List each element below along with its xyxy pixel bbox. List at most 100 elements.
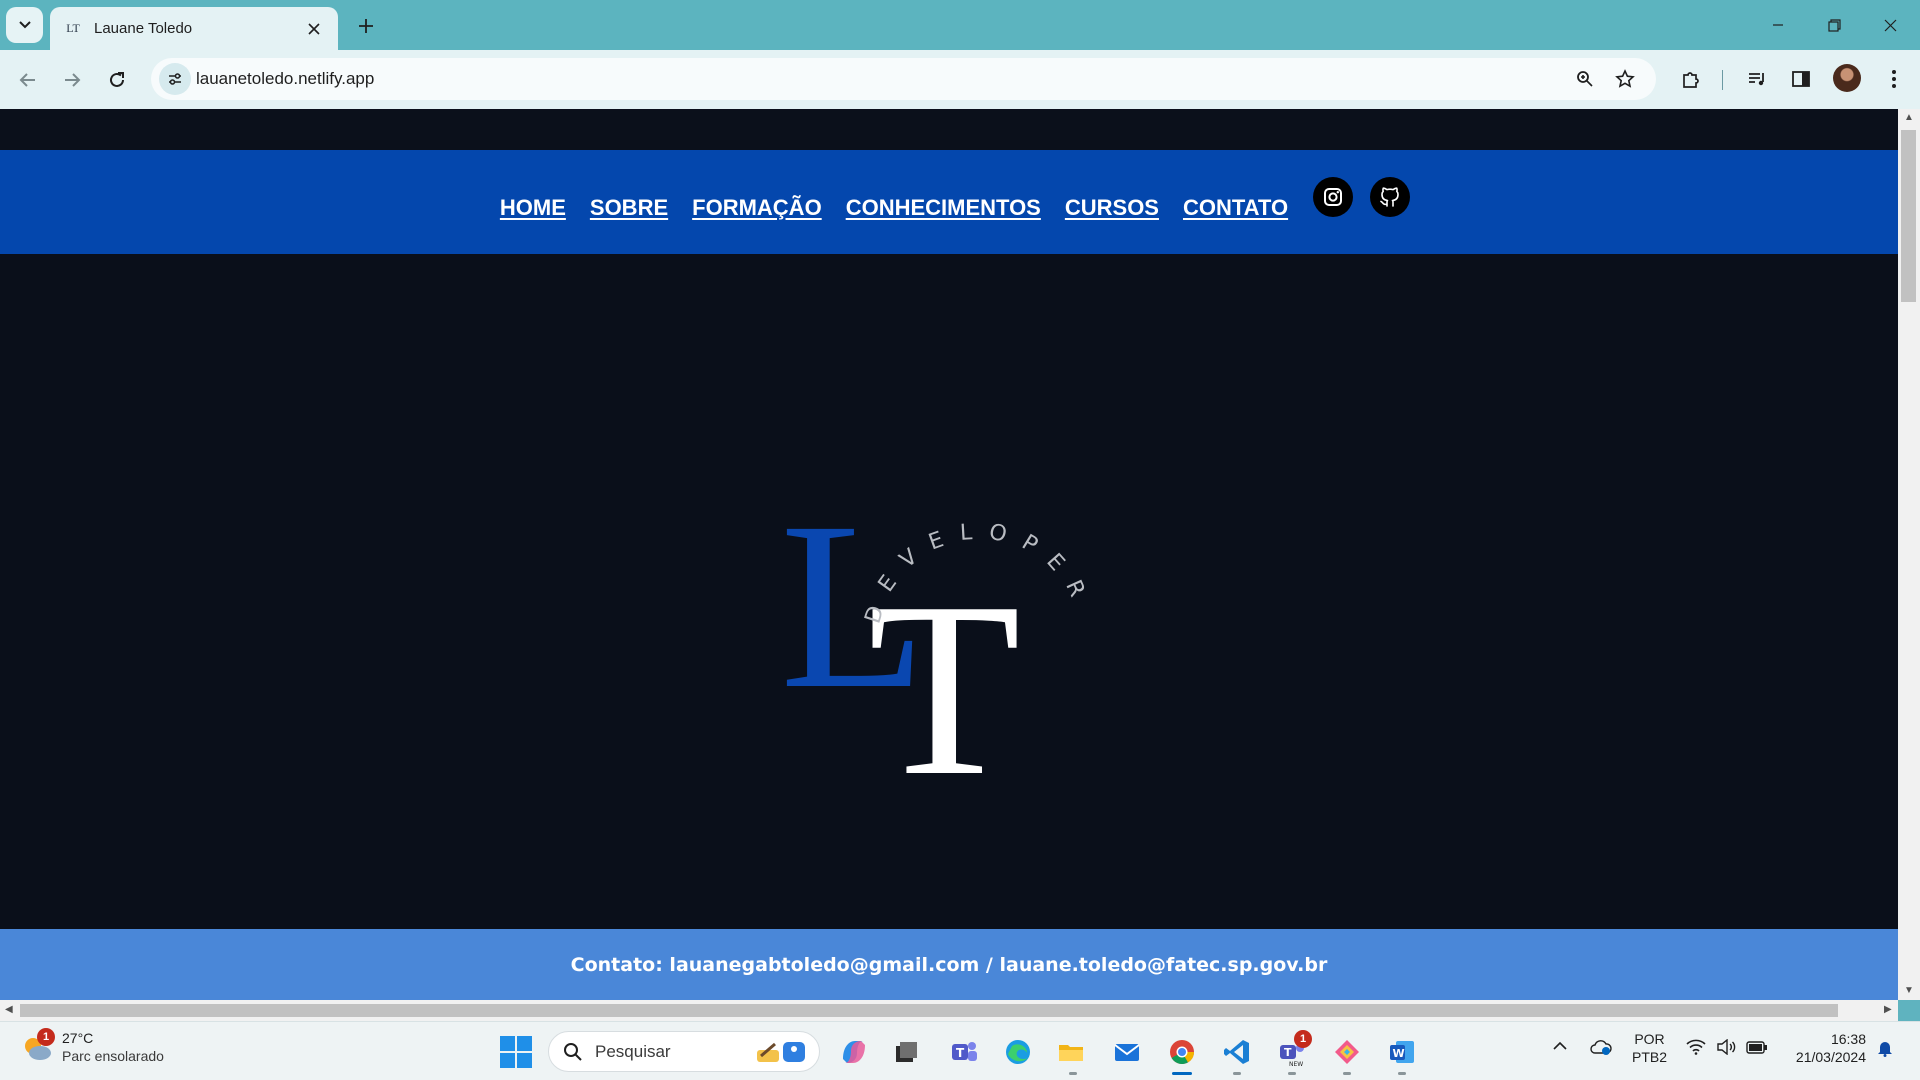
url-text[interactable]: lauanetoledo.netlify.app — [196, 69, 374, 89]
taskbar-teams[interactable]: T — [946, 1034, 982, 1070]
vscode-icon — [1224, 1040, 1249, 1064]
more-vert-icon — [1892, 70, 1896, 88]
scroll-up-arrow-icon[interactable]: ▲ — [1904, 112, 1914, 123]
minimize-icon — [1773, 24, 1783, 26]
taskbar-word[interactable]: W — [1384, 1034, 1420, 1070]
taskbar-mail[interactable] — [1109, 1034, 1145, 1070]
close-window-button[interactable] — [1862, 0, 1918, 50]
battery-tray-icon[interactable] — [1746, 1039, 1768, 1059]
taskbar-task-view[interactable] — [888, 1034, 924, 1070]
arc-developer-text: DEVELOPER — [861, 519, 1080, 626]
wifi-icon — [1686, 1039, 1706, 1055]
search-highlight-icon — [757, 1042, 805, 1062]
bell-icon — [1878, 1042, 1892, 1057]
reload-button[interactable] — [99, 62, 135, 98]
menu-button[interactable] — [1879, 64, 1909, 94]
language-indicator[interactable]: POR PTB2 — [1632, 1030, 1667, 1066]
site-info-button[interactable] — [159, 63, 191, 95]
scroll-left-arrow-icon[interactable]: ◀ — [5, 1004, 13, 1015]
teams-notification-badge: 1 — [1294, 1030, 1312, 1048]
weather-badge: 1 — [37, 1027, 55, 1046]
github-icon — [1380, 187, 1399, 207]
taskbar-copilot[interactable] — [836, 1034, 872, 1070]
scroll-right-arrow-icon[interactable]: ▶ — [1884, 1004, 1892, 1015]
windows-logo-icon — [500, 1036, 515, 1051]
back-button[interactable] — [10, 62, 46, 98]
bookmark-button[interactable] — [1612, 66, 1638, 92]
tab-favicon-icon: LT — [66, 21, 80, 35]
taskbar-vscode[interactable] — [1219, 1034, 1255, 1070]
taskbar-edge[interactable] — [1000, 1034, 1036, 1070]
close-tab-icon[interactable] — [304, 19, 324, 39]
taskbar-search-placeholder: Pesquisar — [595, 1041, 671, 1061]
horizontal-scroll-thumb[interactable] — [20, 1004, 1838, 1017]
clock-date: 21/03/2024 — [1795, 1049, 1866, 1066]
taskbar-teams-new[interactable]: T NEW 1 — [1274, 1030, 1312, 1070]
zoom-button[interactable] — [1572, 66, 1598, 92]
profile-avatar[interactable] — [1833, 64, 1861, 92]
footer-contact-text[interactable]: Contato: lauanegabtoledo@gmail.com / lau… — [571, 954, 1328, 976]
nav-links: HOME SOBRE FORMAÇÃO CONHECIMENTOS CURSOS… — [488, 177, 1411, 221]
minimize-button[interactable] — [1750, 0, 1806, 50]
nav-link-conhecimentos[interactable]: CONHECIMENTOS — [846, 195, 1041, 221]
show-hidden-icons-button[interactable] — [1552, 1038, 1568, 1058]
start-button[interactable] — [500, 1036, 532, 1068]
tab-title: Lauane Toledo — [94, 20, 193, 37]
address-bar[interactable]: lauanetoledo.netlify.app — [151, 58, 1656, 100]
new-tab-button[interactable] — [352, 12, 380, 40]
volume-icon — [1717, 1038, 1736, 1056]
diamond-app-icon — [1335, 1040, 1359, 1064]
edge-icon — [1006, 1040, 1030, 1064]
lt-developer-logo: L T DEVELOPER — [780, 485, 1100, 815]
browser-toolbar: lauanetoledo.netlify.app — [0, 50, 1920, 109]
folder-icon — [1059, 1045, 1083, 1061]
taskbar-file-explorer[interactable] — [1053, 1034, 1089, 1070]
restore-button[interactable] — [1806, 0, 1862, 50]
windows-logo-icon — [517, 1036, 532, 1051]
clock[interactable]: 16:38 21/03/2024 — [1786, 1030, 1866, 1066]
instagram-link[interactable] — [1313, 177, 1354, 217]
running-indicator — [1069, 1072, 1077, 1075]
side-panel-icon — [1792, 71, 1810, 87]
queue-music-icon — [1749, 73, 1764, 86]
extensions-button[interactable] — [1676, 64, 1706, 94]
running-indicator — [1233, 1072, 1241, 1075]
nav-link-contato[interactable]: CONTATO — [1183, 195, 1288, 221]
taskbar-search[interactable]: Pesquisar — [548, 1031, 820, 1072]
arrow-left-icon — [19, 73, 35, 87]
zoom-icon — [1577, 71, 1593, 87]
cloud-icon — [1590, 1040, 1612, 1055]
svg-text:NEW: NEW — [1289, 1061, 1303, 1067]
forward-button[interactable] — [54, 62, 90, 98]
nav-link-home[interactable]: HOME — [500, 195, 566, 221]
tab-search-button[interactable] — [6, 7, 43, 43]
site-navbar: HOME SOBRE FORMAÇÃO CONHECIMENTOS CURSOS… — [0, 150, 1898, 254]
browser-tab-active[interactable]: LT Lauane Toledo — [50, 7, 338, 50]
taskbar-git-app[interactable] — [1329, 1034, 1365, 1070]
restore-icon — [1827, 18, 1841, 32]
vertical-scroll-thumb[interactable] — [1901, 130, 1916, 302]
running-indicator — [1398, 1072, 1406, 1075]
windows-taskbar: 1 27°C Parc ensolarado Pesquisar T T NEW… — [0, 1021, 1920, 1080]
nav-link-cursos[interactable]: CURSOS — [1065, 195, 1159, 221]
chevron-down-icon — [18, 21, 31, 29]
volume-tray-icon[interactable] — [1716, 1038, 1736, 1059]
arrow-right-icon — [65, 73, 81, 87]
taskbar-chrome[interactable] — [1164, 1034, 1200, 1070]
tab-strip: LT Lauane Toledo — [0, 0, 1920, 50]
media-controls-button[interactable] — [1742, 64, 1772, 94]
onedrive-tray-icon[interactable] — [1589, 1038, 1613, 1060]
weather-widget[interactable]: 1 27°C Parc ensolarado — [20, 1027, 164, 1065]
weather-icon: 1 — [20, 1027, 55, 1065]
chrome-icon — [1170, 1040, 1194, 1065]
nav-link-formacao[interactable]: FORMAÇÃO — [692, 195, 822, 221]
scroll-down-arrow-icon[interactable]: ▼ — [1904, 985, 1914, 996]
copilot-icon — [843, 1041, 865, 1063]
nav-link-sobre[interactable]: SOBRE — [590, 195, 668, 221]
wifi-tray-icon[interactable] — [1686, 1039, 1706, 1059]
notifications-button[interactable] — [1876, 1039, 1894, 1061]
side-panel-button[interactable] — [1786, 64, 1816, 94]
windows-logo-icon — [517, 1053, 532, 1068]
github-link[interactable] — [1370, 177, 1411, 217]
close-icon — [1884, 19, 1896, 31]
